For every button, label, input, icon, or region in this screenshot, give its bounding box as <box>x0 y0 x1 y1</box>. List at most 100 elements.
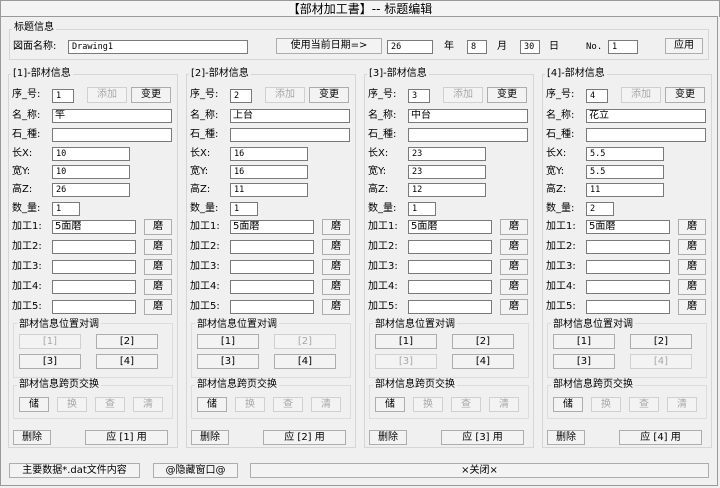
drawing-name-input[interactable]: Drawing1 <box>68 40 248 54</box>
apply-part-button[interactable]: 应 [4] 用 <box>619 430 702 445</box>
process-1-input[interactable]: 5面磨 <box>230 220 314 234</box>
position-1-button[interactable]: [1] <box>19 334 81 349</box>
apply-part-button[interactable]: 应 [1] 用 <box>85 430 168 445</box>
stone-input[interactable] <box>408 128 528 142</box>
query-button[interactable]: 查 <box>629 397 659 412</box>
position-1-button[interactable]: [1] <box>553 334 615 349</box>
qty-input[interactable]: 1 <box>408 202 436 216</box>
month-input[interactable]: 8 <box>467 40 487 54</box>
process-4-input[interactable] <box>586 280 670 294</box>
process-5-input[interactable] <box>408 300 492 314</box>
process-4-polish-button[interactable]: 磨 <box>322 279 350 295</box>
seq-input[interactable]: 1 <box>52 89 74 103</box>
process-2-input[interactable] <box>408 240 492 254</box>
apply-header-button[interactable]: 应用 <box>665 38 703 54</box>
length-x-input[interactable]: 5.5 <box>586 147 664 161</box>
position-2-button[interactable]: [2] <box>452 334 514 349</box>
name-input[interactable]: 竿 <box>52 109 172 123</box>
delete-button[interactable]: 删除 <box>369 430 407 445</box>
process-5-input[interactable] <box>230 300 314 314</box>
process-1-input[interactable]: 5面磨 <box>586 220 670 234</box>
process-3-input[interactable] <box>408 260 492 274</box>
add-button[interactable]: 添加 <box>621 87 661 103</box>
delete-button[interactable]: 删除 <box>191 430 229 445</box>
stone-input[interactable] <box>586 128 706 142</box>
seq-input[interactable]: 2 <box>230 89 252 103</box>
width-y-input[interactable]: 10 <box>52 165 130 179</box>
process-4-input[interactable] <box>52 280 136 294</box>
process-3-polish-button[interactable]: 磨 <box>678 259 706 275</box>
change-button[interactable]: 变更 <box>131 87 171 103</box>
position-1-button[interactable]: [1] <box>375 334 437 349</box>
change-button[interactable]: 变更 <box>309 87 349 103</box>
process-5-polish-button[interactable]: 磨 <box>144 299 172 315</box>
exchange-button[interactable]: 换 <box>57 397 87 412</box>
stone-input[interactable] <box>52 128 172 142</box>
position-4-button[interactable]: [4] <box>452 354 514 369</box>
store-button[interactable]: 储 <box>375 397 405 412</box>
process-4-polish-button[interactable]: 磨 <box>500 279 528 295</box>
position-4-button[interactable]: [4] <box>96 354 158 369</box>
process-1-input[interactable]: 5面磨 <box>52 220 136 234</box>
query-button[interactable]: 查 <box>95 397 125 412</box>
width-y-input[interactable]: 5.5 <box>586 165 664 179</box>
qty-input[interactable]: 1 <box>52 202 80 216</box>
day-input[interactable]: 30 <box>520 40 540 54</box>
delete-button[interactable]: 删除 <box>13 430 51 445</box>
seq-input[interactable]: 3 <box>408 89 430 103</box>
position-3-button[interactable]: [3] <box>553 354 615 369</box>
apply-part-button[interactable]: 应 [2] 用 <box>263 430 346 445</box>
use-current-date-button[interactable]: 使用当前日期=> <box>276 38 382 54</box>
exchange-button[interactable]: 换 <box>591 397 621 412</box>
process-3-polish-button[interactable]: 磨 <box>500 259 528 275</box>
process-1-polish-button[interactable]: 磨 <box>322 219 350 235</box>
process-2-polish-button[interactable]: 磨 <box>322 239 350 255</box>
name-input[interactable]: 花立 <box>586 109 706 123</box>
height-z-input[interactable]: 12 <box>408 183 486 197</box>
clear-button[interactable]: 清 <box>489 397 519 412</box>
process-4-input[interactable] <box>408 280 492 294</box>
process-3-input[interactable] <box>586 260 670 274</box>
process-5-polish-button[interactable]: 磨 <box>500 299 528 315</box>
position-1-button[interactable]: [1] <box>197 334 259 349</box>
hide-window-button[interactable]: @隐藏窗口@ <box>153 463 238 478</box>
process-4-input[interactable] <box>230 280 314 294</box>
change-button[interactable]: 变更 <box>665 87 705 103</box>
process-5-input[interactable] <box>52 300 136 314</box>
stone-input[interactable] <box>230 128 350 142</box>
process-3-polish-button[interactable]: 磨 <box>322 259 350 275</box>
position-3-button[interactable]: [3] <box>375 354 437 369</box>
process-2-input[interactable] <box>52 240 136 254</box>
close-button[interactable]: ×关闭× <box>250 463 709 478</box>
main-data-file-button[interactable]: 主要数据*.dat文件内容 <box>9 463 140 478</box>
process-3-input[interactable] <box>230 260 314 274</box>
process-5-input[interactable] <box>586 300 670 314</box>
qty-input[interactable]: 2 <box>586 202 614 216</box>
position-2-button[interactable]: [2] <box>274 334 336 349</box>
query-button[interactable]: 查 <box>451 397 481 412</box>
process-1-input[interactable]: 5面磨 <box>408 220 492 234</box>
position-2-button[interactable]: [2] <box>96 334 158 349</box>
process-2-polish-button[interactable]: 磨 <box>678 239 706 255</box>
length-x-input[interactable]: 16 <box>230 147 308 161</box>
process-3-polish-button[interactable]: 磨 <box>144 259 172 275</box>
height-z-input[interactable]: 11 <box>230 183 308 197</box>
apply-part-button[interactable]: 应 [3] 用 <box>441 430 524 445</box>
seq-input[interactable]: 4 <box>586 89 608 103</box>
width-y-input[interactable]: 16 <box>230 165 308 179</box>
store-button[interactable]: 储 <box>553 397 583 412</box>
name-input[interactable]: 上台 <box>230 109 350 123</box>
position-2-button[interactable]: [2] <box>630 334 692 349</box>
name-input[interactable]: 中台 <box>408 109 528 123</box>
process-2-input[interactable] <box>586 240 670 254</box>
no-input[interactable]: 1 <box>608 40 638 54</box>
query-button[interactable]: 查 <box>273 397 303 412</box>
year-input[interactable]: 26 <box>387 40 433 54</box>
process-5-polish-button[interactable]: 磨 <box>322 299 350 315</box>
width-y-input[interactable]: 23 <box>408 165 486 179</box>
process-4-polish-button[interactable]: 磨 <box>144 279 172 295</box>
process-5-polish-button[interactable]: 磨 <box>678 299 706 315</box>
add-button[interactable]: 添加 <box>265 87 305 103</box>
position-4-button[interactable]: [4] <box>630 354 692 369</box>
exchange-button[interactable]: 换 <box>413 397 443 412</box>
